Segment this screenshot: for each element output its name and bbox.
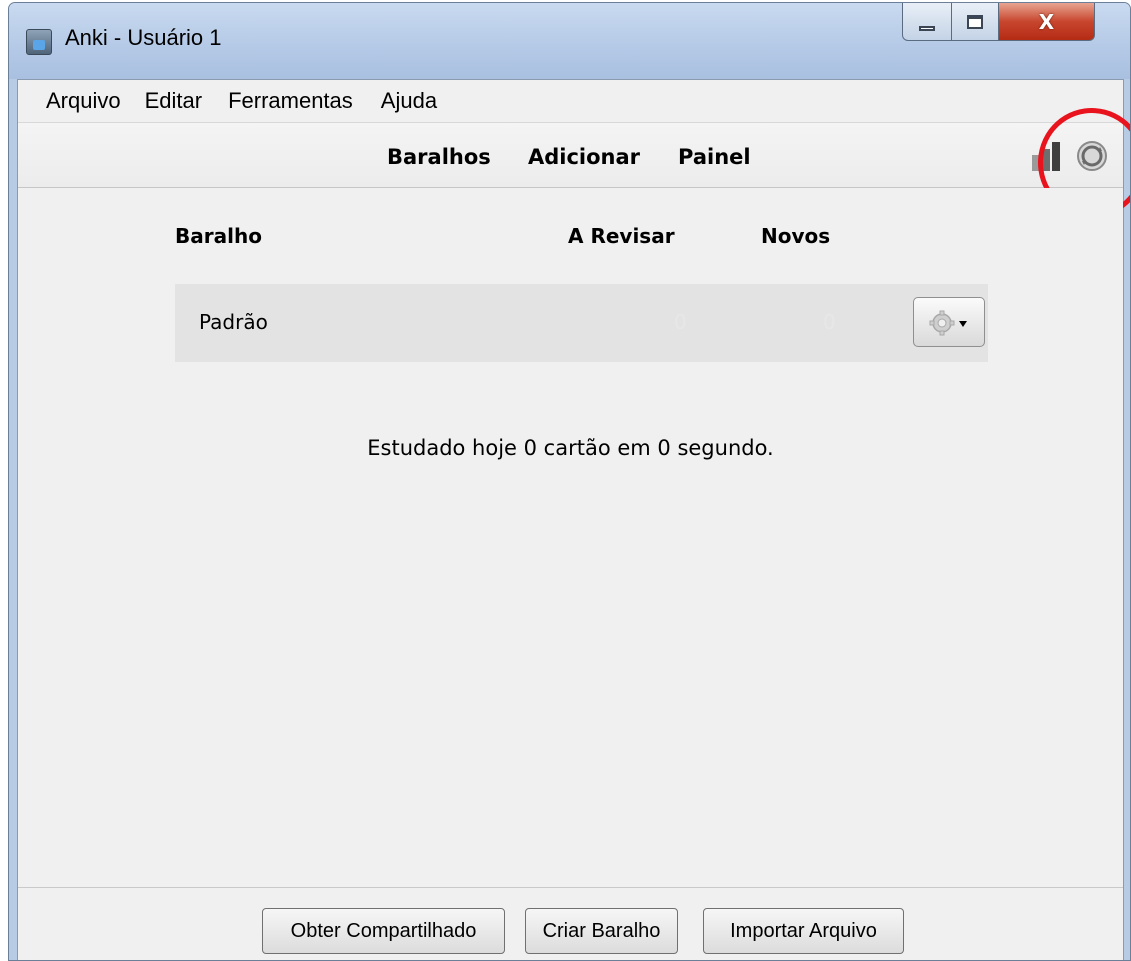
import-file-button[interactable]: Importar Arquivo xyxy=(703,908,904,954)
menu-ajuda[interactable]: Ajuda xyxy=(381,88,437,114)
link-painel[interactable]: Painel xyxy=(678,145,751,169)
maximize-icon xyxy=(967,14,983,29)
deck-new-count: 0 xyxy=(823,310,836,334)
minimize-button[interactable] xyxy=(902,3,952,41)
studied-today-text: Estudado hoje 0 cartão em 0 segundo. xyxy=(367,436,774,460)
deck-options-button[interactable] xyxy=(913,297,985,347)
menu-ferramentas[interactable]: Ferramentas xyxy=(228,88,353,114)
top-toolbar: Baralhos Adicionar Painel xyxy=(18,101,1130,225)
deck-browser: Baralho A Revisar Novos Padrão 0 0 Estud… xyxy=(18,188,1123,887)
menu-editar[interactable]: Editar xyxy=(145,88,202,114)
close-button[interactable]: X xyxy=(998,3,1095,41)
window-title: Anki - Usuário 1 xyxy=(65,25,222,50)
deck-name[interactable]: Padrão xyxy=(199,310,268,334)
link-baralhos[interactable]: Baralhos xyxy=(387,145,491,169)
client-area: Arquivo Editar Ferramentas Ajuda Baralho… xyxy=(17,79,1130,960)
deck-review-count: 0 xyxy=(674,310,687,334)
create-deck-button[interactable]: Criar Baralho xyxy=(525,908,678,954)
menu-arquivo[interactable]: Arquivo xyxy=(46,88,121,114)
gear-icon xyxy=(929,310,967,336)
get-shared-button[interactable]: Obter Compartilhado xyxy=(262,908,505,954)
anki-window: Anki - Usuário 1 X Arquivo Editar Ferram… xyxy=(8,2,1131,961)
chevron-down-icon xyxy=(959,321,967,327)
header-new: Novos xyxy=(761,224,831,248)
anki-app-icon xyxy=(26,29,52,55)
close-icon: X xyxy=(1038,9,1055,34)
maximize-button[interactable] xyxy=(951,3,999,41)
header-deck: Baralho xyxy=(175,224,262,248)
minimize-icon xyxy=(919,26,935,31)
bottom-bar: Obter Compartilhado Criar Baralho Import… xyxy=(18,887,1123,960)
deck-row[interactable]: Padrão 0 0 xyxy=(175,284,988,362)
header-review: A Revisar xyxy=(568,224,675,248)
menu-bar: Arquivo Editar Ferramentas Ajuda xyxy=(18,80,1123,122)
link-adicionar[interactable]: Adicionar xyxy=(528,145,640,169)
title-bar[interactable]: Anki - Usuário 1 X xyxy=(9,3,1130,79)
